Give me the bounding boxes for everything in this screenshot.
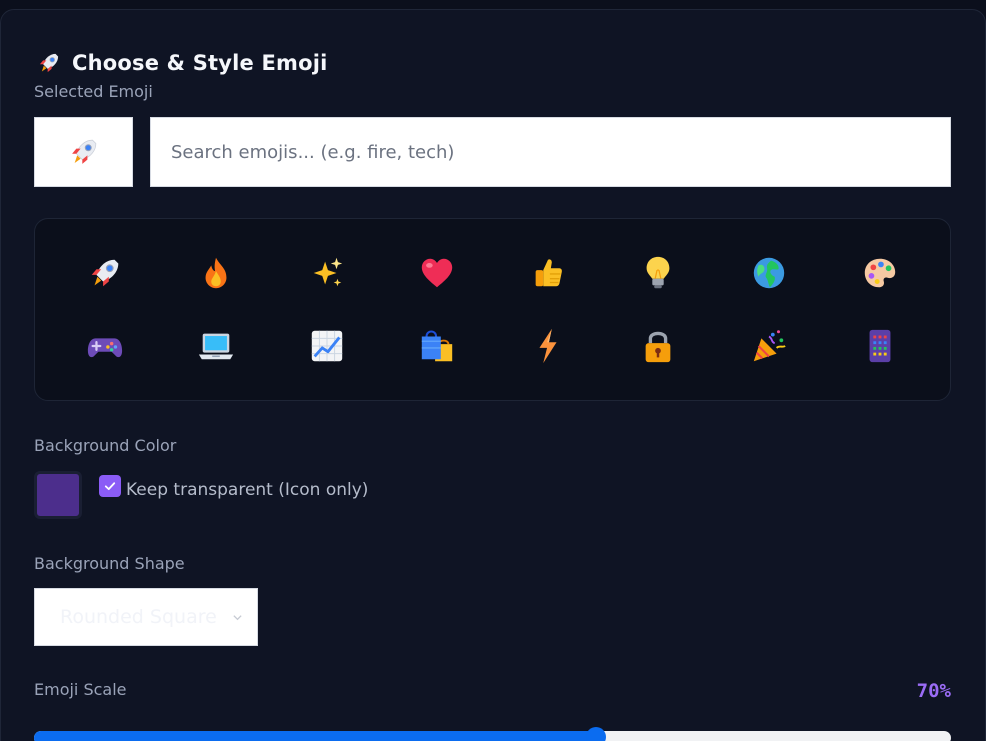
background-shape-value: Rounded Square	[60, 606, 217, 628]
emoji-option-laptop[interactable]	[161, 310, 272, 383]
rocket-icon	[36, 50, 62, 76]
red-heart-icon	[421, 259, 453, 288]
transparent-checkbox-label[interactable]: Keep transparent (Icon only)	[126, 480, 368, 500]
high-voltage-icon	[539, 328, 557, 363]
emoji-option-locked[interactable]	[603, 310, 714, 383]
chevron-down-icon	[233, 614, 242, 620]
globe-icon	[753, 258, 785, 289]
emoji-option-high-voltage[interactable]	[493, 310, 604, 383]
abacus-icon	[869, 329, 891, 362]
emoji-scale-slider-fill	[34, 731, 597, 741]
fire-icon	[205, 258, 227, 289]
shopping-bags-icon	[421, 330, 453, 361]
background-shape-select[interactable]: Rounded Square	[34, 588, 258, 646]
background-color-label: Background Color	[34, 436, 177, 455]
emoji-option-chart-increasing[interactable]	[271, 310, 382, 383]
panel-title-text: Choose & Style Emoji	[72, 51, 328, 75]
emoji-scale-label: Emoji Scale	[34, 680, 127, 699]
emoji-option-heart[interactable]	[382, 237, 493, 310]
emoji-scale-value: 70%	[916, 680, 951, 702]
selected-emoji-preview[interactable]	[34, 117, 133, 187]
emoji-option-globe[interactable]	[714, 237, 825, 310]
party-popper-icon	[753, 329, 786, 361]
locked-icon	[646, 331, 671, 362]
laptop-icon	[198, 333, 234, 360]
emoji-option-abacus[interactable]	[824, 310, 935, 383]
panel-title: Choose & Style Emoji	[36, 50, 328, 76]
emoji-option-artist-palette[interactable]	[824, 237, 935, 310]
emoji-scale-slider-thumb[interactable]	[586, 727, 607, 741]
chart-increasing-icon	[311, 330, 342, 361]
rocket-icon	[92, 259, 119, 287]
background-shape-label: Background Shape	[34, 554, 185, 573]
checkmark-icon	[104, 482, 116, 491]
emoji-picker-grid	[34, 218, 951, 401]
light-bulb-icon	[647, 257, 670, 289]
emoji-option-thumbs-up[interactable]	[493, 237, 604, 310]
transparent-checkbox[interactable]	[99, 475, 121, 497]
thumbs-up-icon	[535, 259, 562, 287]
emoji-option-party-popper[interactable]	[714, 310, 825, 383]
emoji-option-light-bulb[interactable]	[603, 237, 714, 310]
emoji-option-fire[interactable]	[161, 237, 272, 310]
emoji-option-video-game[interactable]	[50, 310, 161, 383]
selected-emoji-label: Selected Emoji	[34, 82, 153, 101]
emoji-option-sparkles[interactable]	[271, 237, 382, 310]
sparkles-icon	[313, 258, 342, 287]
emoji-option-rocket[interactable]	[50, 237, 161, 310]
background-color-swatch[interactable]	[34, 471, 82, 519]
rocket-icon	[71, 139, 96, 164]
emoji-search-input[interactable]	[150, 117, 951, 187]
emoji-scale-slider[interactable]	[34, 731, 951, 741]
video-game-icon	[88, 338, 123, 357]
emoji-option-shopping-bags[interactable]	[382, 310, 493, 383]
artist-palette-icon	[864, 259, 895, 288]
